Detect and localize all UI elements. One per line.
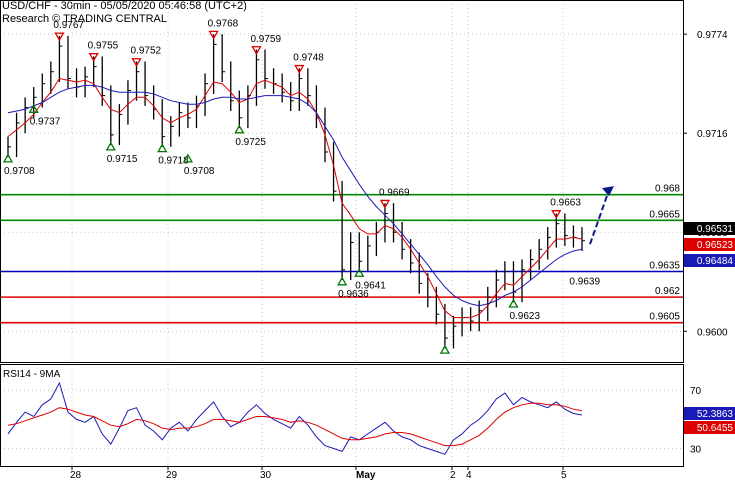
rsi-y-tick-label: 30: [690, 445, 702, 456]
rsi-line: [7, 381, 583, 455]
level-label: 0.9665: [649, 209, 680, 220]
last-value-badge-ma_fast: 0.96523: [684, 238, 735, 251]
x-tick-label: 4: [466, 470, 472, 480]
x-tick-label: 5: [561, 470, 567, 480]
rsi-ma-line: [7, 402, 583, 447]
low-label: 0.9737: [30, 116, 61, 127]
last-value-badge-ma_slow: 0.96484: [684, 254, 735, 267]
rsi-last-value-badge-rsi: 52.3863: [684, 407, 735, 420]
high-label: 0.9752: [131, 46, 162, 57]
badge-value: 0.96484: [697, 256, 734, 267]
x-tick-label: 28: [70, 470, 82, 480]
low-label: 0.9715: [107, 154, 138, 165]
level-label: 0.9635: [649, 261, 680, 272]
series-layer: [7, 34, 585, 455]
low-label: 0.9623: [509, 311, 540, 322]
low-marker-icon: [508, 298, 519, 308]
low-marker-icon: [336, 276, 348, 286]
badge-value: 0.96523: [697, 240, 734, 251]
chart-canvas: 0.968 0.9665 0.9635 0.962 0.9605 0.9708 0.976…: [0, 0, 735, 480]
low-label: 0.9641: [355, 280, 386, 291]
badge-value: 0.96531: [697, 224, 734, 235]
high-label: 0.9669: [379, 187, 410, 198]
level-label: 0.9605: [649, 312, 680, 323]
low-marker-icon: [105, 141, 116, 151]
high-label: 0.9768: [208, 18, 239, 29]
high-label: 0.9663: [550, 198, 581, 209]
value-label: 0.9639: [569, 277, 600, 288]
annotations-layer: 0.9708 0.9767 0.9737 0.9755 0.9715 0.9752 0.97…: [2, 18, 614, 354]
low-label: 0.9725: [235, 137, 266, 148]
y-tick-label: 0.9774: [697, 30, 728, 41]
level-label: 0.962: [655, 286, 680, 297]
high-label: 0.9748: [293, 53, 324, 64]
x-tick-label: May: [356, 470, 376, 480]
high-label: 0.9755: [88, 41, 119, 52]
rsi-title: RSI14 - 9MA: [3, 369, 61, 380]
rsi-y-tick-label: 70: [690, 386, 702, 397]
low-marker-icon: [234, 124, 245, 134]
high-label: 0.9759: [250, 34, 281, 45]
low-marker-icon: [2, 153, 14, 163]
y-tick-label: 0.9716: [697, 129, 728, 140]
low-marker-icon: [157, 143, 168, 153]
low-label: 0.9708: [4, 166, 35, 177]
x-tick-label: 2: [450, 470, 456, 480]
rsi-last-value-badge-rsi_ma: 50.6455: [684, 421, 735, 434]
x-tick-label: 30: [260, 470, 272, 480]
badge-value: 52.3863: [697, 409, 734, 420]
forecast-arrow: [589, 189, 610, 245]
low-marker-icon: [439, 344, 451, 354]
level-label: 0.968: [655, 184, 680, 195]
y-tick-label: 0.9600: [697, 327, 728, 338]
x-tick-label: 29: [166, 470, 178, 480]
badge-value: 50.6455: [697, 423, 734, 434]
high-label: 0.9767: [53, 20, 84, 31]
last-value-badge-price: 0.96531: [684, 222, 735, 235]
low-label: 0.9708: [184, 166, 215, 177]
